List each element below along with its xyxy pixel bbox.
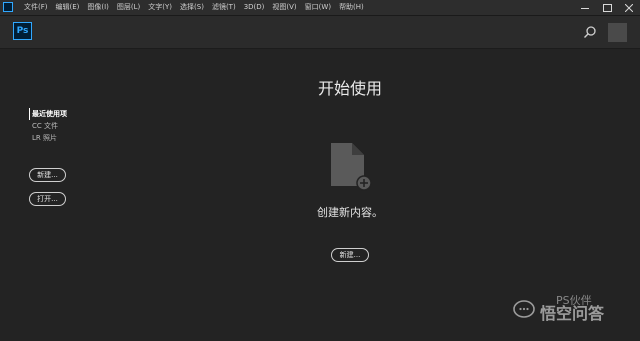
menu-window[interactable]: 窗口(W) — [305, 0, 331, 15]
new-document-icon — [331, 143, 372, 191]
top-toolbar: Ps — [0, 16, 640, 49]
chat-bubble-icon — [513, 300, 535, 318]
menu-3d[interactable]: 3D(D) — [244, 0, 265, 15]
sidebar-item-lr-photos[interactable]: LR 照片 — [32, 132, 67, 144]
photoshop-app-icon[interactable] — [3, 2, 13, 12]
menu-file[interactable]: 文件(F) — [24, 0, 48, 15]
sidebar-item-recent[interactable]: 最近使用项 — [29, 108, 67, 120]
create-content-text: 创建新内容。 — [317, 206, 383, 219]
menu-bar: 文件(F) 编辑(E) 图像(I) 图层(L) 文字(Y) 选择(S) 滤镜(T… — [0, 0, 640, 16]
user-avatar[interactable] — [608, 23, 627, 42]
menu-filter[interactable]: 滤镜(T) — [212, 0, 236, 15]
window-controls — [570, 0, 636, 15]
close-icon — [625, 4, 633, 12]
menu-type[interactable]: 文字(Y) — [148, 0, 172, 15]
minimize-button[interactable] — [578, 0, 592, 15]
ps-logo[interactable]: Ps — [13, 22, 32, 40]
sidebar-item-cc-files[interactable]: CC 文件 — [32, 120, 67, 132]
menu-layer[interactable]: 图层(L) — [117, 0, 140, 15]
photoshop-start-window: 文件(F) 编辑(E) 图像(I) 图层(L) 文字(Y) 选择(S) 滤镜(T… — [0, 0, 640, 341]
sidebar-new-button[interactable]: 新建... — [29, 168, 66, 182]
menu-edit[interactable]: 编辑(E) — [56, 0, 80, 15]
page-title: 开始使用 — [317, 79, 382, 98]
main-new-button[interactable]: 新建... — [331, 248, 369, 262]
close-button[interactable] — [622, 0, 636, 15]
start-sidebar: 最近使用项 CC 文件 LR 照片 — [29, 108, 67, 144]
menu-select[interactable]: 选择(S) — [180, 0, 204, 15]
menu-view[interactable]: 视图(V) — [272, 0, 296, 15]
menu-items: 文件(F) 编辑(E) 图像(I) 图层(L) 文字(Y) 选择(S) 滤镜(T… — [24, 0, 372, 15]
maximize-button[interactable] — [600, 0, 614, 15]
search-icon[interactable] — [583, 25, 597, 39]
sidebar-open-button[interactable]: 打开... — [29, 192, 66, 206]
menu-image[interactable]: 图像(I) — [87, 0, 109, 15]
watermark-text: 悟空问答 — [540, 304, 605, 323]
menu-help[interactable]: 帮助(H) — [339, 0, 364, 15]
